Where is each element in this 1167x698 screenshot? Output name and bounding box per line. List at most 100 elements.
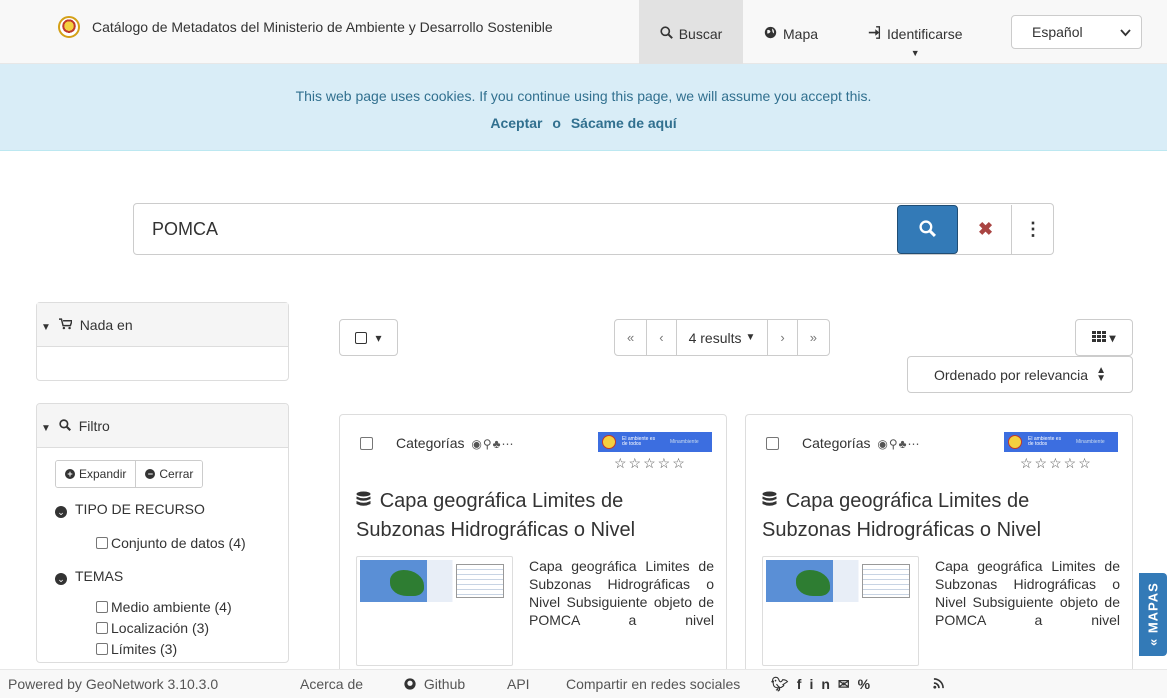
caret-down-icon: ▾ <box>375 330 382 345</box>
search-input[interactable] <box>134 204 895 254</box>
checkbox[interactable] <box>96 601 108 613</box>
result-card[interactable]: Categorías ◉⚲♣⋯ El ambiente es de todos … <box>339 414 727 674</box>
seal-icon <box>602 435 616 449</box>
language-select[interactable]: Español <box>1011 15 1142 49</box>
logo-subtext: Minambiente <box>1076 439 1105 445</box>
expand-all-button[interactable]: + Expandir <box>56 461 136 487</box>
clear-search-button[interactable]: ✖ <box>960 205 1012 254</box>
caret-down-icon: ▼ <box>910 48 920 58</box>
checkbox-icon <box>355 331 368 344</box>
map-marker-icon: ⚲ <box>482 437 493 451</box>
cookie-message: This web page uses cookies. If you conti… <box>295 88 872 104</box>
collapse-all-button[interactable]: − Cerrar <box>135 461 203 487</box>
maps-side-tab[interactable]: « MAPAS <box>1139 573 1167 656</box>
facet-option-label: Límites (3) <box>111 641 178 657</box>
facebook-icon[interactable]: f <box>797 676 810 692</box>
facet-topics[interactable]: ⌄ TEMAS <box>55 568 123 585</box>
last-page-button[interactable]: » <box>796 320 829 355</box>
search-icon <box>919 219 936 240</box>
tree-icon: ♣ <box>492 437 502 451</box>
facet-option-environment[interactable]: Medio ambiente (4) <box>96 599 232 615</box>
leave-site-link[interactable]: Sácame de aquí <box>571 115 677 131</box>
ministry-logo <box>58 16 80 38</box>
nav-map[interactable]: Mapa <box>764 0 818 64</box>
result-select-checkbox[interactable] <box>766 437 779 450</box>
prev-page-button[interactable]: ‹ <box>646 320 675 355</box>
nada-en-header[interactable]: ▼ Nada en <box>37 303 288 347</box>
sort-dropdown[interactable]: Ordenado por relevancia ▲ ▼ <box>907 356 1133 393</box>
caret-down-icon: ▾ <box>1109 330 1116 345</box>
tree-icon: ♣ <box>898 437 908 451</box>
search-bar: ✖ ⋮ <box>133 203 1054 255</box>
filter-title: Filtro <box>78 418 110 434</box>
api-link[interactable]: API <box>507 676 530 692</box>
footer: Powered by GeoNetwork 3.10.3.0 Acerca de… <box>0 669 1167 698</box>
rating-stars[interactable]: ☆☆☆☆☆ <box>614 455 687 472</box>
category-icons: ◉⚲♣⋯ <box>471 437 514 451</box>
search-button[interactable] <box>897 205 958 254</box>
next-page-button[interactable]: › <box>767 320 796 355</box>
github-label: Github <box>423 676 466 692</box>
logo-subtext: Minambiente <box>670 439 699 445</box>
email-icon[interactable]: ✉ <box>838 676 858 692</box>
github-link[interactable]: Github <box>404 676 465 692</box>
results-count-dropdown[interactable]: 4 results ▼ <box>675 320 768 355</box>
nav-search[interactable]: Buscar <box>639 0 743 64</box>
expand-collapse-group: + Expandir − Cerrar <box>55 460 204 488</box>
result-categories: Categorías ◉⚲♣⋯ <box>396 435 515 451</box>
chevron-down-circle-icon: ⌄ <box>55 506 67 518</box>
organization-logo: El ambiente es de todos Minambiente <box>598 432 712 452</box>
checkbox[interactable] <box>96 643 108 655</box>
checkbox[interactable] <box>96 537 108 549</box>
database-icon <box>356 491 376 511</box>
twitter-icon[interactable]: 🐦︎ <box>771 676 797 692</box>
brand[interactable]: Catálogo de Metadatos del Ministerio de … <box>58 16 553 38</box>
powered-by-link[interactable]: Powered by GeoNetwork 3.10.3.0 <box>8 676 218 692</box>
expand-label: Expandir <box>79 467 127 481</box>
map-thumbnail-image <box>360 560 509 602</box>
facet-option-location[interactable]: Localización (3) <box>96 620 209 636</box>
layout-toggle-button[interactable]: ▾ <box>1075 319 1133 356</box>
first-page-button[interactable]: « <box>615 320 646 355</box>
sort-icon: ▲ ▼ <box>1096 364 1106 384</box>
nav-login[interactable]: Identificarse ▼ <box>868 0 962 64</box>
share-label: Compartir en redes sociales <box>566 676 741 692</box>
result-card[interactable]: Categorías ◉⚲♣⋯ El ambiente es de todos … <box>745 414 1133 674</box>
site-title[interactable]: Catálogo de Metadatos del Ministerio de … <box>92 19 553 35</box>
about-link[interactable]: Acerca de <box>300 676 363 692</box>
result-thumbnail[interactable] <box>356 556 513 666</box>
nav-search-label: Buscar <box>678 26 723 42</box>
checkbox[interactable] <box>96 622 108 634</box>
collapse-label: Cerrar <box>159 467 194 481</box>
result-select-checkbox[interactable] <box>360 437 373 450</box>
facet-resource-type[interactable]: ⌄ TIPO DE RECURSO <box>55 501 205 518</box>
caret-down-icon: ▼ <box>41 322 51 333</box>
linkedin-icon[interactable]: in <box>809 676 837 692</box>
nada-en-panel: ▼ Nada en <box>36 302 289 381</box>
nada-en-title: Nada en <box>79 317 133 333</box>
link-icon[interactable]: % <box>858 676 878 692</box>
search-icon <box>660 26 673 42</box>
facet-option-boundaries[interactable]: Límites (3) <box>96 641 177 657</box>
facet-option-label: Conjunto de datos (4) <box>111 535 246 551</box>
plus-circle-icon: + <box>65 469 75 479</box>
globe-icon: ◉ <box>877 437 889 451</box>
cart-icon <box>58 317 76 333</box>
rss-icon[interactable] <box>933 676 944 692</box>
result-title[interactable]: Capa geográfica Limites de Subzonas Hidr… <box>356 487 716 544</box>
result-title[interactable]: Capa geográfica Limites de Subzonas Hidr… <box>762 487 1122 544</box>
map-marker-icon: ⚲ <box>888 437 899 451</box>
caret-down-icon: ▼ <box>745 332 756 343</box>
search-options-button[interactable]: ⋮ <box>1013 205 1053 254</box>
cookie-or-text: o <box>552 115 561 131</box>
result-thumbnail[interactable] <box>762 556 919 666</box>
rating-stars[interactable]: ☆☆☆☆☆ <box>1020 455 1093 472</box>
facet-option-label: Medio ambiente (4) <box>111 599 232 615</box>
filter-header[interactable]: ▼ Filtro <box>37 404 288 448</box>
accept-cookies-link[interactable]: Aceptar <box>490 115 542 131</box>
facet-option-dataset[interactable]: Conjunto de datos (4) <box>96 535 246 551</box>
select-results-dropdown[interactable]: ▾ <box>339 319 398 356</box>
ellipsis-icon: ⋯ <box>501 437 515 451</box>
map-thumbnail-image <box>766 560 915 602</box>
result-description: Capa geográfica Limites de Subzonas Hidr… <box>529 558 714 628</box>
